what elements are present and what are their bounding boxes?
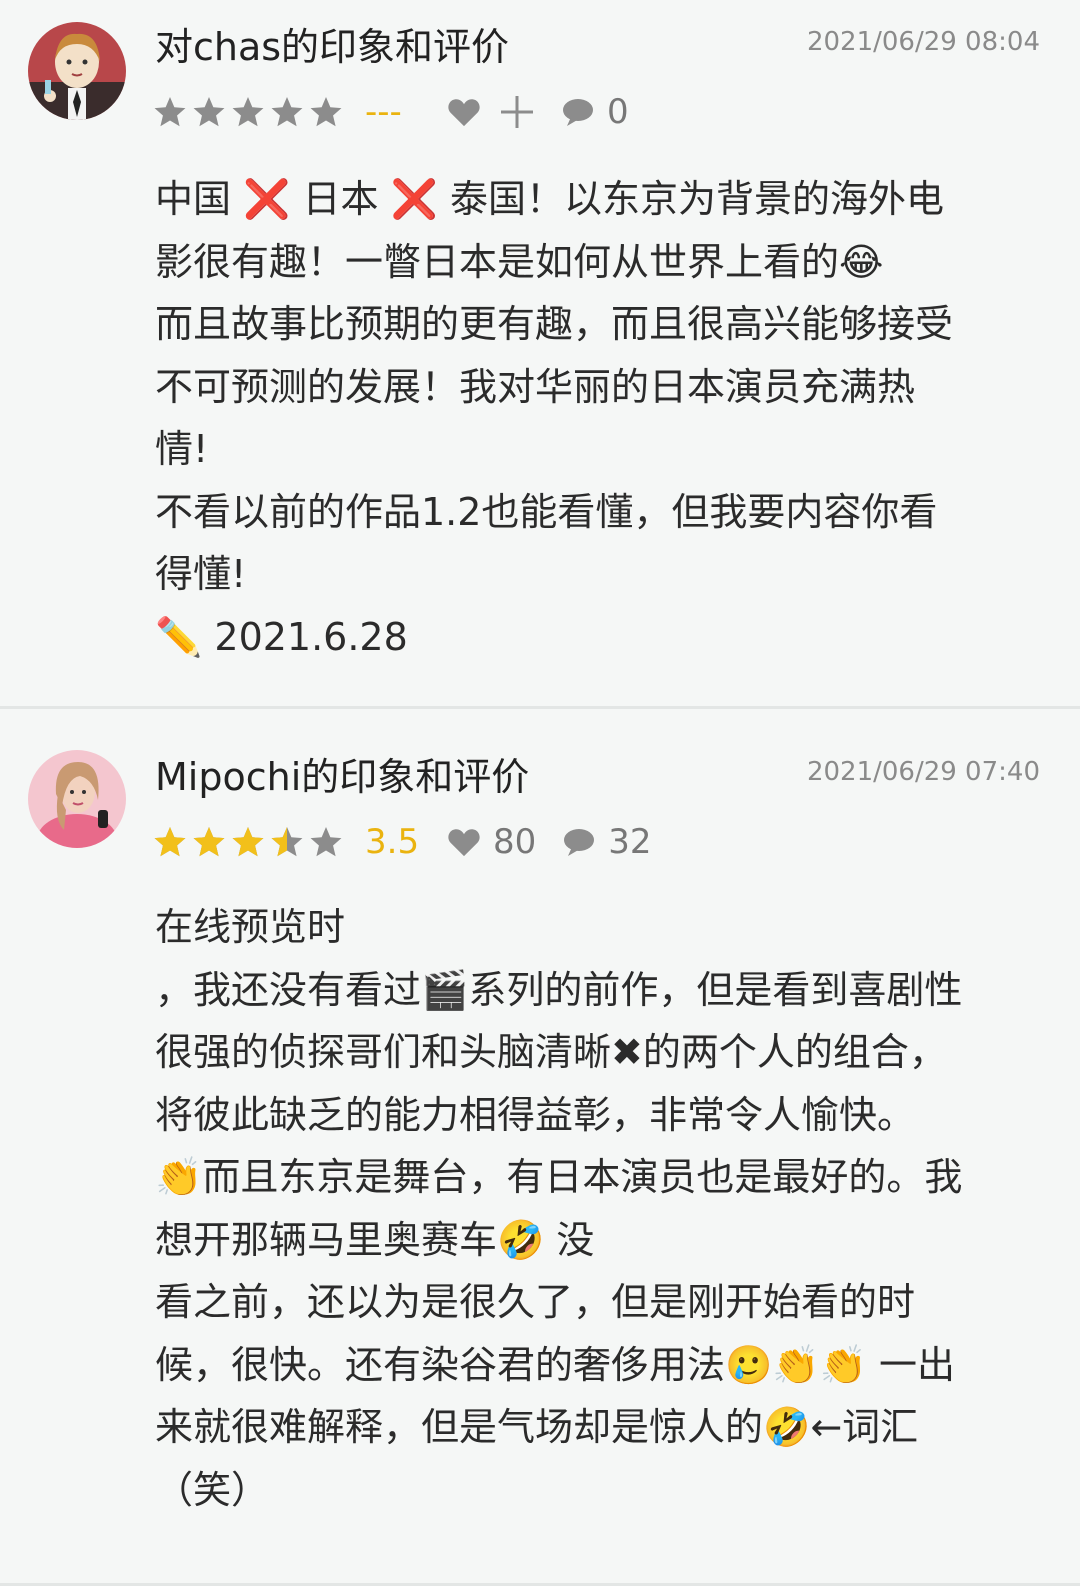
star-icon xyxy=(154,97,186,127)
review-meta: --- 0 xyxy=(152,86,629,138)
review-body-line: 来就很难解释，但是气场却是惊人的🤣←词汇 xyxy=(155,1405,919,1449)
star-rating xyxy=(152,824,347,860)
review-timestamp: 2021/06/29 07:40 xyxy=(806,757,1040,787)
avatar[interactable] xyxy=(28,750,126,848)
review-body-line: 得懂! xyxy=(155,552,247,596)
score-label: --- xyxy=(365,92,402,132)
comment-count: 32 xyxy=(608,822,652,862)
review-meta: 3.5 80 32 xyxy=(152,816,652,868)
star-icon xyxy=(271,827,303,857)
star-icon xyxy=(193,827,225,857)
review-body-line: 将彼此缺乏的能力相得益彰，非常令人愉快。 xyxy=(155,1092,916,1137)
star-icon xyxy=(310,97,342,127)
review-title: 对chas的印象和评价 xyxy=(155,25,510,69)
star-icon xyxy=(154,827,186,857)
review-body-line: 在线预览时 xyxy=(155,905,346,949)
review-body-line: 不可预测的发展！我对华丽的日本演员充满热 xyxy=(155,364,916,409)
review-body-line: 而且故事比预期的更有趣，而且很高兴能够接受 xyxy=(155,302,954,346)
review-body-line: ，我还没有看过🎬系列的前作，但是看到喜剧性 xyxy=(155,967,963,1012)
review-body: 在线预览时 ，我还没有看过🎬系列的前作，但是看到喜剧性 很强的侦探哥们和头脑清晰… xyxy=(155,896,1052,1521)
heart-icon[interactable] xyxy=(447,96,481,128)
comment-icon[interactable] xyxy=(562,827,596,857)
comment-icon[interactable] xyxy=(561,97,595,127)
review-body-line: （笑） xyxy=(155,1467,270,1512)
review-body-line: 👏而且东京是舞台，有日本演员也是最好的。我 xyxy=(155,1155,963,1199)
review-body-line: 想开那辆马里奥赛车🤣 没 xyxy=(155,1217,595,1262)
star-icon xyxy=(193,97,225,127)
review-body: 中国 ❌ 日本 ❌ 泰国！以东京为背景的海外电 影很有趣！一瞥日本是如何从世界上… xyxy=(155,168,1052,668)
review-card: Mipochi的印象和评价 2021/06/29 07:40 3.5 80 32… xyxy=(0,712,1080,1586)
review-body-line: 看之前，还以为是很久了，但是刚开始看的时 xyxy=(155,1280,916,1324)
star-rating xyxy=(152,94,347,130)
review-timestamp: 2021/06/29 08:04 xyxy=(806,27,1040,57)
review-body-line: 很强的侦探哥们和头脑清晰✖的两个人的组合， xyxy=(155,1030,947,1074)
review-body-line: 候，很快。还有染谷君的奢侈用法🥲👏👏 一出 xyxy=(155,1342,956,1387)
avatar-illustration-icon xyxy=(28,22,126,120)
review-body-line: 影很有趣！一瞥日本是如何从世界上看的😂 xyxy=(155,239,884,284)
avatar-photo-icon xyxy=(28,750,126,848)
divider xyxy=(0,706,1080,709)
review-body-line: 情! xyxy=(155,427,209,471)
score-label: 3.5 xyxy=(365,822,420,862)
star-icon xyxy=(310,827,342,857)
like-count: 80 xyxy=(493,822,537,862)
review-body-line: 不看以前的作品1.2也能看懂，但我要内容你看 xyxy=(155,489,938,534)
star-icon xyxy=(232,97,264,127)
review-body-line: ✏️ 2021.6.28 xyxy=(155,614,408,659)
review-body-line: 中国 ❌ 日本 ❌ 泰国！以东京为背景的海外电 xyxy=(155,177,944,221)
review-card: 对chas的印象和评价 2021/06/29 08:04 --- 0 中国 ❌ … xyxy=(0,0,1080,708)
avatar[interactable] xyxy=(28,22,126,120)
heart-icon[interactable] xyxy=(447,826,481,858)
star-icon xyxy=(271,97,303,127)
comment-count: 0 xyxy=(607,92,629,132)
plus-icon[interactable] xyxy=(499,94,535,130)
review-title: Mipochi的印象和评价 xyxy=(155,755,530,799)
star-icon xyxy=(232,827,264,857)
